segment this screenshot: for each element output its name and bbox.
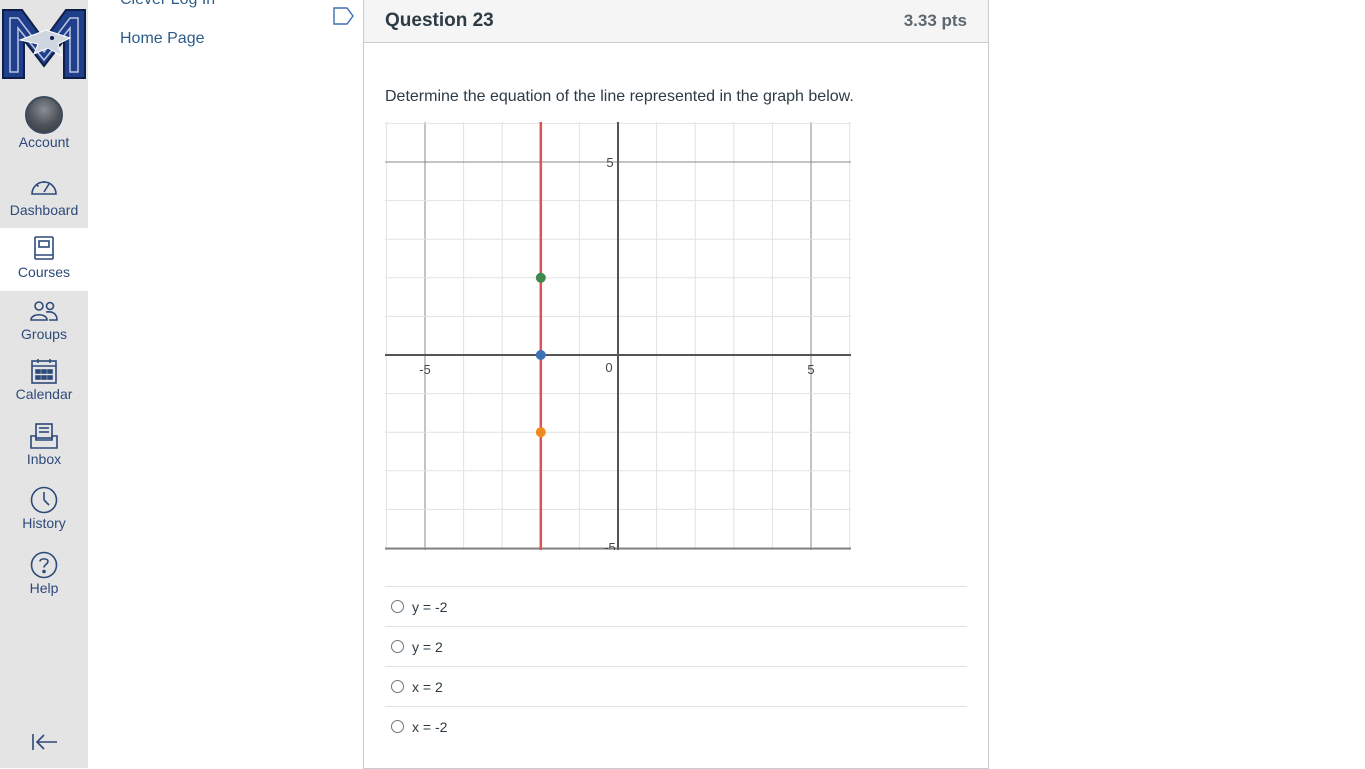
help-icon [29,550,59,580]
answer-label-4: x = -2 [412,718,448,735]
question-points: 3.33 pts [903,11,967,30]
dashboard-icon [29,172,59,202]
origin-label: 0 [605,360,612,375]
nav-inbox[interactable]: Inbox [0,421,88,473]
y-tick-label-neg: -5 [604,540,616,550]
question-title: Question 23 [385,10,494,31]
history-icon [29,485,59,515]
answer-option-2[interactable]: y = 2 [385,626,967,666]
question-panel: Question 23 3.33 pts Determine the equat… [363,0,989,769]
nav-courses-label: Courses [17,264,71,280]
course-link-home-page[interactable]: Home Page [120,30,205,48]
answer-radio-3[interactable] [391,680,404,693]
question-text: Determine the equation of the line repre… [385,88,854,105]
nav-help[interactable]: Help [0,550,88,604]
nav-courses[interactable]: Courses [0,228,88,291]
x-tick-label-pos: 5 [807,362,814,377]
nav-history[interactable]: History [0,485,88,539]
groups-icon [29,296,59,326]
collapse-nav-button[interactable] [26,728,62,756]
graph-point-2 [535,350,546,360]
bookmark-flag-icon [333,7,354,25]
school-logo[interactable] [0,0,88,86]
answer-option-3[interactable]: x = 2 [385,666,967,706]
courses-icon [32,234,56,264]
nav-groups-label: Groups [21,326,67,342]
nav-help-label: Help [29,580,59,596]
answer-option-4[interactable]: x = -2 [385,706,967,746]
nav-calendar[interactable]: Calendar [0,356,88,408]
flag-question-button[interactable] [333,6,355,26]
answer-label-3: x = 2 [412,678,443,695]
answer-option-1[interactable]: y = -2 [385,586,967,626]
nav-history-label: History [22,515,66,531]
answer-label-2: y = 2 [412,638,443,655]
answer-radio-2[interactable] [391,640,404,653]
x-tick-label-neg: -5 [419,362,431,377]
nav-groups[interactable]: Groups [0,296,88,346]
y-tick-label-pos: 5 [606,155,613,170]
course-link-clever-log-in[interactable]: Clever Log In [120,0,215,9]
nav-dashboard-label: Dashboard [9,202,79,218]
nav-calendar-label: Calendar [15,386,73,402]
answer-radio-4[interactable] [391,720,404,733]
question-header: Question 23 3.33 pts [364,0,988,43]
global-nav: Account Dashboard Courses Groups Calenda… [0,0,88,768]
answer-list: y = -2 y = 2 x = 2 x = -2 [385,586,967,746]
avatar [25,96,63,134]
nav-inbox-label: Inbox [26,451,62,467]
graph-point-1 [535,272,546,283]
graph-svg: -5 0 5 5 -5 [385,122,851,555]
inbox-icon [29,421,59,451]
nav-account-label: Account [18,134,70,150]
calendar-icon [30,356,58,386]
nav-account[interactable]: Account [0,96,88,158]
answer-label-1: y = -2 [412,598,448,615]
coordinate-graph: -5 0 5 5 -5 [385,122,851,555]
collapse-arrow-icon [32,734,57,750]
graph-point-3 [535,427,546,438]
answer-radio-1[interactable] [391,600,404,613]
nav-dashboard[interactable]: Dashboard [0,172,88,224]
